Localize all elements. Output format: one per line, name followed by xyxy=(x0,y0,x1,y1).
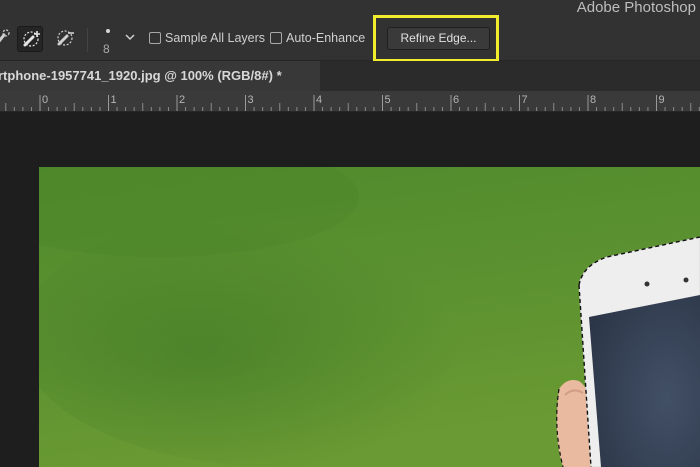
ruler-label: 8 xyxy=(590,94,596,106)
ruler-label: 5 xyxy=(385,94,391,106)
document-tab[interactable]: rtphone-1957741_1920.jpg @ 100% (RGB/8#)… xyxy=(0,61,320,91)
sample-all-layers-label[interactable]: Sample All Layers xyxy=(165,31,265,45)
quick-selection-tool-button[interactable] xyxy=(0,26,14,52)
ruler-label: 4 xyxy=(316,94,322,106)
document-image[interactable] xyxy=(39,167,700,467)
add-to-selection-tool-button[interactable] xyxy=(17,26,43,52)
ruler-label: 3 xyxy=(248,94,254,106)
subtract-from-selection-tool-button[interactable] xyxy=(52,26,78,52)
ruler-ticks: 0 1 2 3 4 5 6 7 8 9 xyxy=(5,94,700,111)
brush-size-value[interactable]: 8 xyxy=(103,42,110,56)
horizontal-ruler[interactable]: 0 1 2 3 4 5 6 7 8 9 xyxy=(0,91,700,112)
subtract-from-selection-icon xyxy=(57,30,74,46)
separator xyxy=(87,28,88,52)
ruler-label: 9 xyxy=(659,94,665,106)
quick-selection-icon xyxy=(0,29,10,43)
sample-all-layers-checkbox[interactable] xyxy=(149,32,161,44)
ruler-label: 2 xyxy=(179,94,185,106)
chevron-down-icon[interactable] xyxy=(124,32,136,42)
auto-enhance-label[interactable]: Auto-Enhance xyxy=(286,31,365,45)
brush-preview-dot[interactable] xyxy=(106,29,110,33)
document-tab-bar: rtphone-1957741_1920.jpg @ 100% (RGB/8#)… xyxy=(0,61,700,91)
photo-content xyxy=(39,167,700,467)
add-to-selection-icon xyxy=(23,31,40,47)
ruler-label: 6 xyxy=(453,94,459,106)
document-tab-label: rtphone-1957741_1920.jpg @ 100% (RGB/8#)… xyxy=(0,68,282,83)
ruler-label: 1 xyxy=(111,94,117,106)
title-bar: Adobe Photoshop xyxy=(0,0,700,20)
ruler-label: 0 xyxy=(42,94,48,106)
auto-enhance-checkbox[interactable] xyxy=(270,32,282,44)
highlight-box xyxy=(373,15,499,62)
ruler-label: 7 xyxy=(522,94,528,106)
app-title: Adobe Photoshop xyxy=(576,0,696,16)
